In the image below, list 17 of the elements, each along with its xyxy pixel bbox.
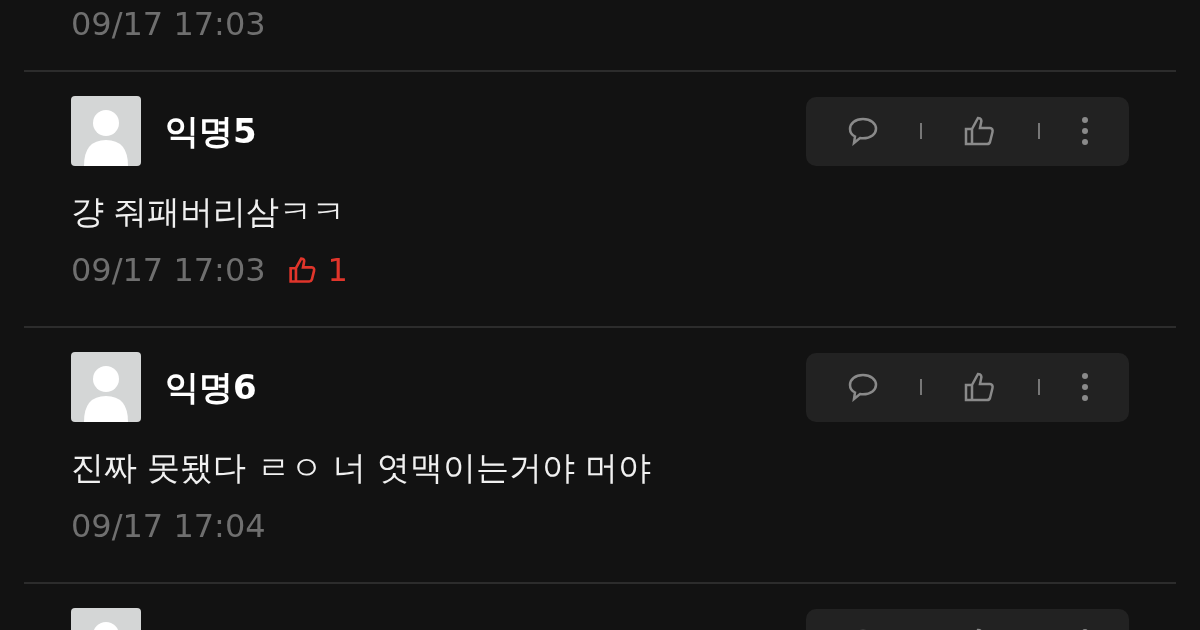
thumbs-up-icon[interactable] — [962, 371, 997, 403]
thumbs-up-icon — [287, 255, 318, 285]
avatar-icon — [71, 96, 141, 166]
author-name: 익명6 — [165, 365, 257, 409]
comment-text: 진짜 못됐다 ㄹㅇ 너 엿맥이는거야 머야 — [71, 447, 653, 489]
author-name: 익명5 — [165, 109, 257, 153]
comment-icon[interactable] — [846, 116, 879, 146]
more-icon[interactable] — [1080, 372, 1089, 402]
thumbs-up-icon[interactable] — [962, 115, 997, 147]
like-count: 1 — [327, 250, 348, 291]
timestamp: 09/17 17:03 — [71, 250, 266, 291]
comment-icon[interactable] — [846, 372, 879, 402]
timestamp: 09/17 17:03 — [71, 4, 266, 44]
more-icon[interactable] — [1080, 116, 1089, 146]
avatar-icon — [71, 352, 141, 422]
timestamp: 09/17 17:04 — [71, 506, 266, 547]
comment-text: 걍 줘패버리삼ㅋㅋ — [71, 191, 347, 233]
